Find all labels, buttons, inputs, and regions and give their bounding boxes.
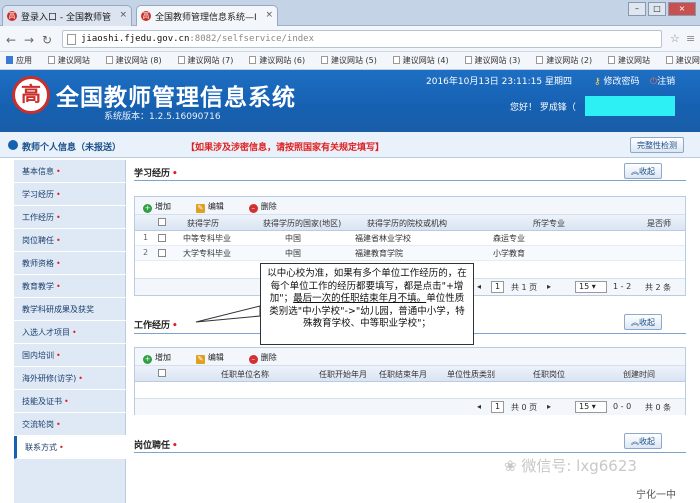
corner-watermark: 宁化一中 [636,490,676,501]
annotation-callout: 以中心校为准，如果有多个单位工作经历的，在每个单位工作的经历都要填写，都是点击"… [260,263,474,345]
watermark-text: 微信号: lxg6623 [521,457,637,475]
callout-text-2: 最后一次的任职结束年月不填。 [293,293,427,304]
wechat-watermark: ❀ 微信号: lxg6623 [504,455,637,476]
callout-pointer [195,305,261,323]
wechat-icon: ❀ [504,457,517,475]
